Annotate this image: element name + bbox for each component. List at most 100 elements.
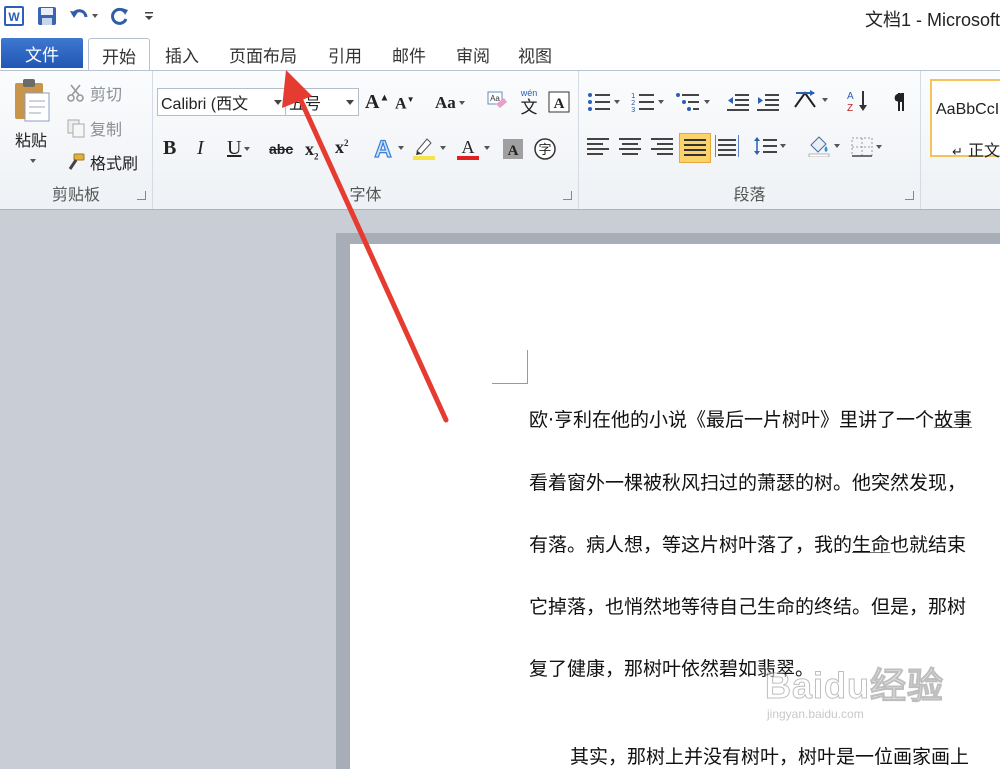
character-shading-button[interactable]: A (503, 139, 523, 159)
bold-button[interactable]: B (163, 137, 176, 160)
font-color-button[interactable]: A (455, 135, 490, 161)
clipboard-group: 粘贴 剪切 复制 格式刷 剪贴板 (0, 71, 153, 209)
distributed-button[interactable] (715, 135, 739, 157)
line-spacing-button[interactable] (753, 135, 786, 157)
shrink-font-button[interactable]: A▼ (395, 95, 414, 113)
justify-button[interactable] (679, 133, 711, 163)
align-center-icon (619, 137, 641, 157)
tab-insert[interactable]: 插入 (155, 38, 209, 71)
phonetic-guide-button[interactable]: wén 文 (516, 87, 542, 115)
line-spacing-icon (753, 135, 777, 157)
justify-icon (684, 138, 706, 158)
save-icon[interactable] (36, 4, 58, 28)
increase-indent-icon (757, 91, 779, 113)
increase-indent-button[interactable] (757, 91, 779, 113)
paragraph-launcher-icon[interactable] (905, 191, 914, 200)
chinese-layout-button[interactable] (793, 89, 828, 111)
paragraph-return-icon: ↵ (952, 145, 963, 160)
grow-font-button[interactable]: A▲ (365, 91, 389, 114)
paste-button[interactable]: 粘贴 (10, 77, 52, 177)
copy-button[interactable]: 复制 (66, 116, 122, 140)
document-line-3[interactable]: 有落。病人想，等这片树叶落了，我的生命也就结束 (529, 530, 966, 557)
clipboard-group-label: 剪贴板 (51, 185, 100, 204)
tab-page-layout[interactable]: 页面布局 (220, 38, 306, 71)
change-case-button[interactable]: Aa (435, 93, 465, 113)
word-logo-icon[interactable]: W (2, 4, 26, 28)
multilevel-list-button[interactable] (675, 91, 710, 113)
font-name-value: Calibri (西文 (161, 96, 249, 113)
document-line-6[interactable]: 其实，那树上并没有树叶，树叶是一位画家画上 (570, 742, 969, 769)
align-right-button[interactable] (651, 137, 673, 157)
align-right-icon (651, 137, 673, 157)
cut-label: 剪切 (90, 85, 123, 104)
ribbon-tabs: 文件 开始 插入 页面布局 引用 邮件 审阅 视图 (0, 36, 1000, 72)
align-center-button[interactable] (619, 137, 641, 157)
redo-icon[interactable] (108, 4, 132, 28)
numbering-button[interactable]: 123 (631, 91, 664, 113)
borders-icon (851, 137, 873, 157)
tab-home[interactable]: 开始 (88, 38, 150, 72)
numbered-list-icon: 123 (631, 91, 655, 113)
document-line-2[interactable]: 看着窗外一棵被秋风扫过的萧瑟的树。他突然发现， (529, 468, 966, 495)
superscript-button[interactable]: x2 (335, 137, 349, 158)
character-border-button[interactable]: A (548, 91, 570, 113)
svg-text:W: W (8, 10, 20, 24)
change-case-icon: Aa (435, 93, 456, 112)
shading-button[interactable] (807, 135, 840, 157)
subscript-icon: x2 (305, 139, 319, 162)
text-effects-icon: A (371, 135, 395, 161)
underline-icon: U (227, 137, 242, 159)
font-color-icon: A (455, 135, 481, 161)
tab-review[interactable]: 审阅 (446, 38, 500, 71)
text-effects-button[interactable]: A (371, 135, 404, 161)
baidu-watermark: Baidu经验 jingyan.baidu.com (764, 657, 955, 737)
font-name-combo[interactable]: Calibri (西文 (157, 88, 287, 116)
font-size-combo[interactable]: 五号 (285, 88, 359, 116)
svg-text:文: 文 (521, 98, 538, 115)
bullet-list-icon (587, 91, 611, 113)
align-left-button[interactable] (587, 137, 609, 157)
style-normal[interactable]: AaBbCcI ↵ 正文 (930, 79, 1000, 160)
font-group-label: 字体 (349, 185, 382, 204)
decrease-indent-button[interactable] (727, 91, 749, 113)
tab-view[interactable]: 视图 (508, 38, 562, 71)
svg-text:A: A (374, 136, 391, 161)
strikethrough-icon: abc (269, 141, 294, 157)
borders-button[interactable] (851, 137, 882, 157)
font-size-value: 五号 (289, 94, 322, 113)
document-line-1[interactable]: 欧·亨利在他的小说《最后一片树叶》里讲了一个故事 (529, 405, 972, 432)
strikethrough-button[interactable]: abc (269, 141, 293, 157)
italic-button[interactable]: I (197, 137, 204, 160)
bold-icon: B (163, 137, 177, 159)
tab-mailings[interactable]: 邮件 (382, 38, 436, 71)
underline-button[interactable]: U (227, 137, 251, 160)
highlight-color-button[interactable] (411, 135, 446, 161)
bullets-button[interactable] (587, 91, 620, 113)
distributed-icon (715, 135, 739, 157)
sort-icon: AZ (847, 89, 869, 113)
character-border-icon: A (548, 91, 570, 113)
paragraph-group: 123 AZ 段落 (579, 71, 921, 209)
document-line-4[interactable]: 它掉落，也悄然地等待自己生命的终结。但是，那树 (529, 592, 966, 619)
font-launcher-icon[interactable] (563, 191, 572, 200)
format-painter-button[interactable]: 格式刷 (66, 150, 138, 174)
ribbon: 粘贴 剪切 复制 格式刷 剪贴板 Calibri (西文 五号 A▲ A▼ Aa… (0, 70, 1000, 210)
subscript-button[interactable]: x2 (305, 139, 319, 162)
tab-references[interactable]: 引用 (318, 38, 372, 71)
cut-button[interactable]: 剪切 (66, 81, 122, 105)
svg-text:Z: Z (847, 103, 853, 113)
clipboard-launcher-icon[interactable] (137, 191, 146, 200)
margin-corner-mark (492, 350, 528, 384)
undo-icon[interactable] (66, 4, 100, 28)
customize-toolbar-icon[interactable] (142, 4, 156, 28)
title-bar: W 文档1 - Microsoft (0, 0, 1000, 36)
paragraph-group-label: 段落 (733, 185, 766, 204)
enclose-characters-button[interactable]: 字 (533, 137, 557, 161)
watermark-brand: Baidu经验 (764, 665, 945, 707)
svg-text:A: A (462, 137, 475, 157)
show-formatting-button[interactable] (891, 91, 911, 113)
sort-button[interactable]: AZ (847, 89, 869, 113)
svg-text:A: A (508, 143, 519, 159)
tab-file[interactable]: 文件 (1, 38, 83, 68)
clear-format-button[interactable]: Aa (486, 90, 508, 112)
